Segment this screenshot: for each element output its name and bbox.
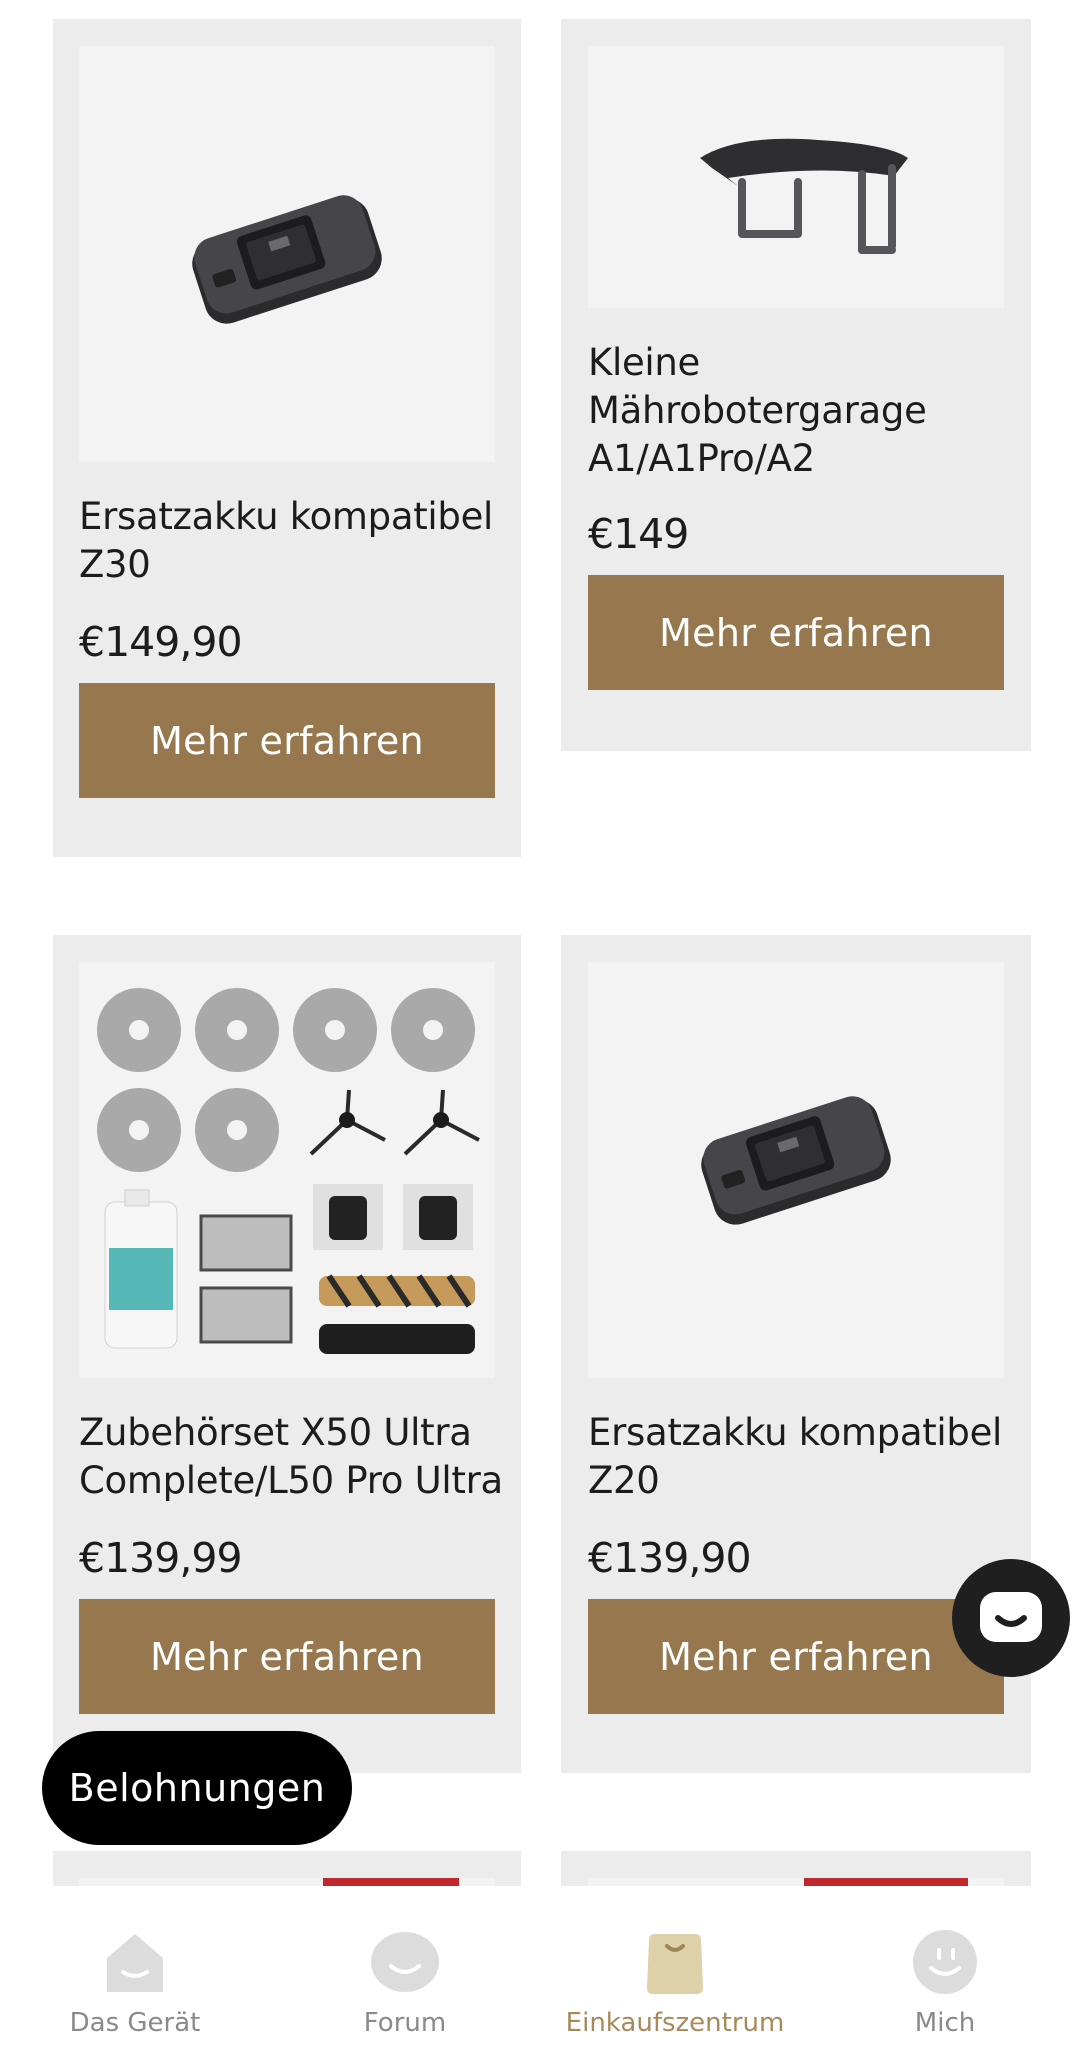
product-price: €139,90 bbox=[588, 1534, 752, 1582]
product-card[interactable] bbox=[561, 1851, 1031, 1891]
battery-pack-icon bbox=[701, 1096, 891, 1225]
tab-forum[interactable]: Forum bbox=[270, 1886, 540, 2056]
home-icon bbox=[107, 1934, 163, 1992]
shopping-bag-icon bbox=[647, 1934, 703, 1994]
chat-button[interactable] bbox=[952, 1559, 1070, 1677]
product-image[interactable] bbox=[79, 46, 495, 462]
learn-more-button[interactable]: Mehr erfahren bbox=[588, 1599, 1004, 1714]
product-card[interactable]: Zubehörset X50 Ultra Complete/L50 Pro Ul… bbox=[53, 935, 521, 1773]
tab-label: Das Gerät bbox=[69, 2008, 201, 2038]
product-title[interactable]: Ersatzakku kompatibel Z20 bbox=[588, 1409, 1008, 1505]
battery-pack-icon bbox=[192, 195, 382, 324]
product-image[interactable] bbox=[588, 962, 1004, 1378]
tab-device[interactable]: Das Gerät bbox=[0, 1886, 270, 2056]
product-image[interactable] bbox=[79, 962, 495, 1378]
learn-more-button[interactable]: Mehr erfahren bbox=[79, 1599, 495, 1714]
product-card[interactable]: Ersatzakku kompatibel Z30 €149,90 Mehr e… bbox=[53, 19, 521, 857]
tab-shopping-center[interactable]: Einkaufszentrum bbox=[540, 1886, 810, 2056]
product-price: €149,90 bbox=[79, 618, 243, 666]
product-price: €139,99 bbox=[79, 1534, 243, 1582]
learn-more-button[interactable]: Mehr erfahren bbox=[588, 575, 1004, 690]
chat-bubble-icon bbox=[980, 1592, 1042, 1642]
product-title[interactable]: Kleine Mährobotergarage A1/A1Pro/A2 bbox=[588, 339, 1008, 483]
rewards-button[interactable]: Belohnungen bbox=[42, 1731, 352, 1845]
product-title[interactable]: Zubehörset X50 Ultra Complete/L50 Pro Ul… bbox=[79, 1409, 519, 1505]
product-card[interactable]: Kleine Mährobotergarage A1/A1Pro/A2 €149… bbox=[561, 19, 1031, 751]
product-title[interactable]: Ersatzakku kompatibel Z30 bbox=[79, 493, 499, 589]
tab-label: Forum bbox=[363, 2008, 447, 2038]
forum-icon bbox=[371, 1932, 439, 1992]
product-image[interactable] bbox=[588, 46, 1004, 308]
tab-label: Mich bbox=[914, 2008, 976, 2038]
tab-label: Einkaufszentrum bbox=[565, 2008, 785, 2038]
bottom-tab-bar: Das Gerät Forum Einkaufszentrum Mich bbox=[0, 1886, 1080, 2056]
product-card[interactable] bbox=[53, 1851, 521, 1891]
profile-icon bbox=[913, 1930, 977, 1994]
accessory-kit-icon bbox=[97, 988, 480, 1354]
learn-more-button[interactable]: Mehr erfahren bbox=[79, 683, 495, 798]
tab-me[interactable]: Mich bbox=[810, 1886, 1080, 2056]
product-price: €149 bbox=[588, 510, 689, 558]
robot-garage-icon bbox=[700, 138, 908, 254]
